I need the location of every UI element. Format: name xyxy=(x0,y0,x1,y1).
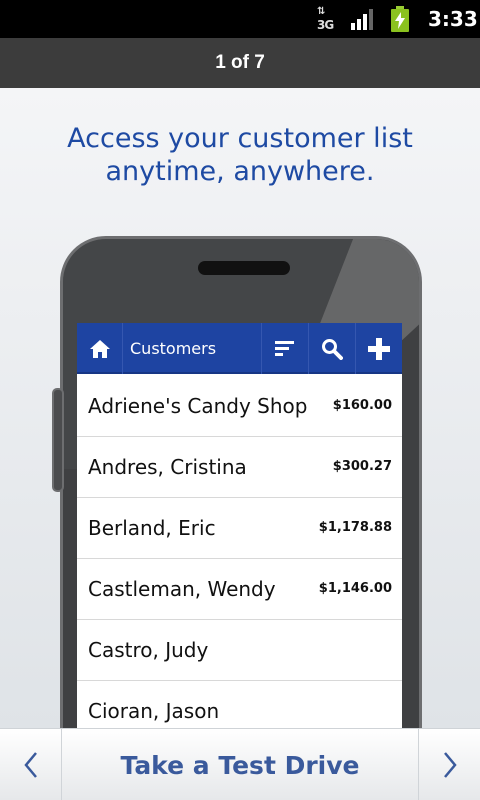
network-label: 3G xyxy=(317,18,334,32)
chevron-right-icon xyxy=(443,752,457,778)
customer-balance: $160.00 xyxy=(332,398,392,413)
chevron-left-icon xyxy=(23,752,37,778)
phone-speaker xyxy=(198,261,290,275)
search-icon xyxy=(322,338,343,360)
customer-row[interactable]: Castleman, Wendy $1,146.00 xyxy=(77,559,402,620)
page-indicator-bar: 1 of 7 xyxy=(0,38,480,88)
sort-button[interactable] xyxy=(261,323,308,374)
headline: Access your customer list anytime, anywh… xyxy=(0,122,480,188)
add-button[interactable] xyxy=(355,323,402,374)
clock: 3:33 xyxy=(428,7,478,31)
next-button[interactable] xyxy=(418,729,480,800)
headline-line-2: anytime, anywhere. xyxy=(105,156,375,187)
page-indicator: 1 of 7 xyxy=(215,52,265,73)
test-drive-button[interactable]: Take a Test Drive xyxy=(62,729,418,800)
customer-name: Andres, Cristina xyxy=(88,455,247,479)
sort-icon xyxy=(275,340,294,356)
customer-row[interactable]: Berland, Eric $1,178.88 xyxy=(77,498,402,559)
customer-name: Berland, Eric xyxy=(88,516,216,540)
previous-button[interactable] xyxy=(0,729,62,800)
battery-charging-icon xyxy=(391,6,409,32)
customer-name: Adriene's Candy Shop xyxy=(88,394,308,418)
headline-line-1: Access your customer list xyxy=(67,123,413,154)
customer-row[interactable]: Andres, Cristina $300.27 xyxy=(77,437,402,498)
app-action-bar: Customers xyxy=(77,323,402,374)
bottom-nav-bar: Take a Test Drive xyxy=(0,728,480,800)
home-button[interactable] xyxy=(77,323,123,374)
customer-row[interactable]: Adriene's Candy Shop $160.00 xyxy=(77,376,402,437)
customer-name: Castleman, Wendy xyxy=(88,577,276,601)
customer-balance: $1,178.88 xyxy=(318,520,392,535)
phone-screen: Customers Adriene's Candy Shop $160.00 A xyxy=(77,323,402,743)
customer-balance: $300.27 xyxy=(332,459,392,474)
customer-name: Cioran, Jason xyxy=(88,699,220,723)
network-3g-icon: ⇅ 3G xyxy=(317,6,334,32)
phone-side-button xyxy=(52,388,64,492)
signal-icon xyxy=(351,9,373,30)
status-bar: ⇅ 3G 3:33 xyxy=(0,0,480,38)
customer-row[interactable]: Castro, Judy xyxy=(77,620,402,681)
customer-name: Castro, Judy xyxy=(88,638,209,662)
search-button[interactable] xyxy=(308,323,355,374)
add-icon xyxy=(368,337,390,360)
customer-balance: $1,146.00 xyxy=(318,581,392,596)
home-icon xyxy=(89,339,110,358)
app-title: Customers xyxy=(130,339,217,358)
